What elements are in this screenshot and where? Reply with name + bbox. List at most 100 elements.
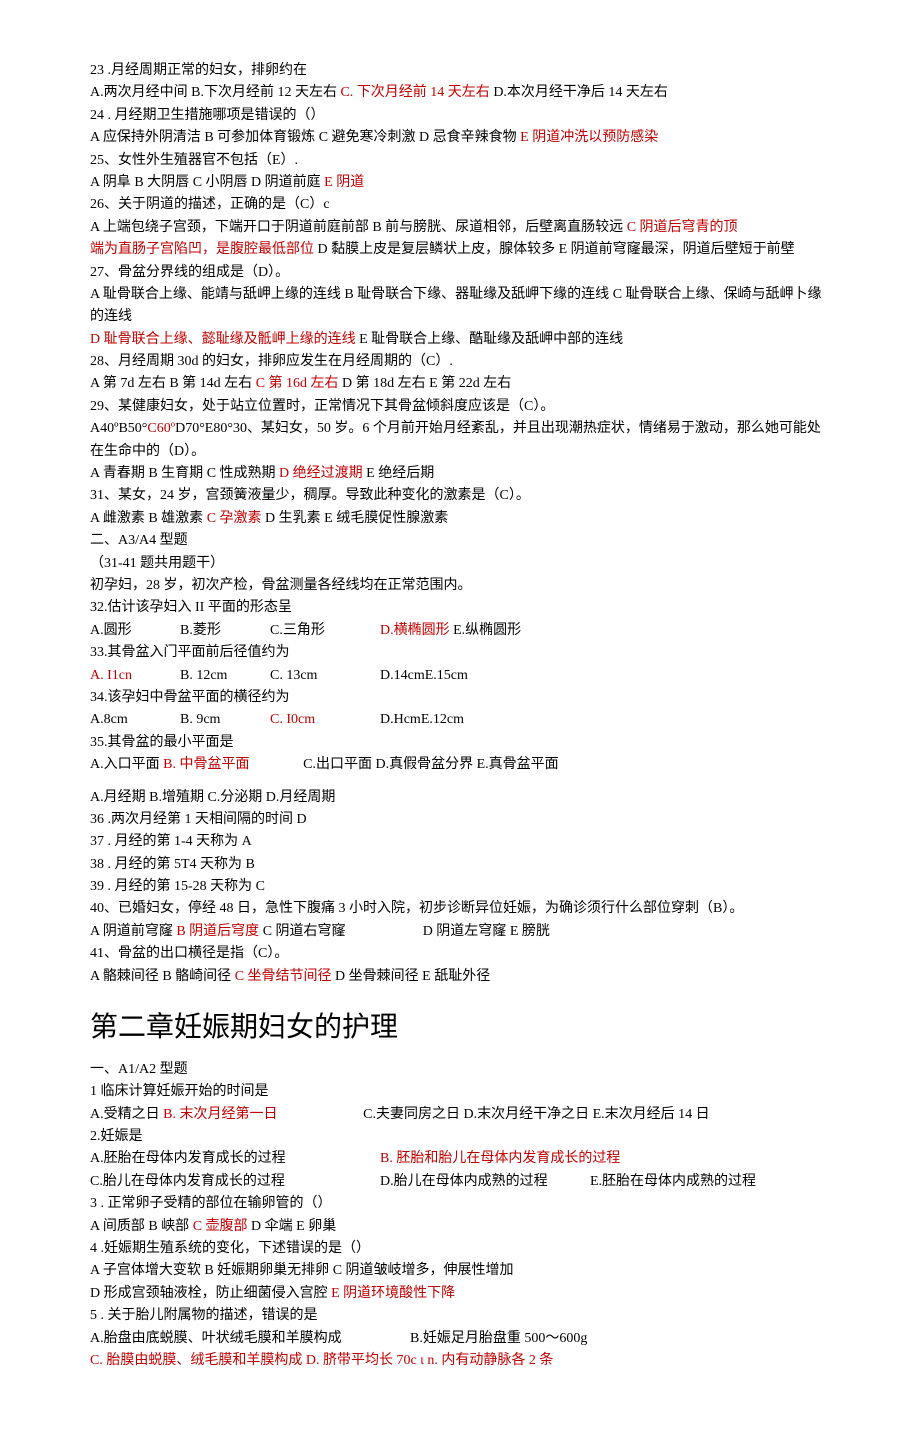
- opt-b: B 骼崎间径: [162, 969, 234, 984]
- opt-c: C 阴道皱岐增多，伸展性增加: [333, 1263, 514, 1278]
- opt-a: A.胎盘由底蜕膜、叶状绒毛膜和羊膜构成: [90, 1328, 410, 1350]
- text: 2.妊娠是: [90, 1129, 143, 1144]
- opt-b: B. 末次月经第一日: [163, 1104, 363, 1126]
- opt-e: E 第 22d 左右: [429, 376, 511, 391]
- q25-options: A 阴阜 B 大阴唇 C 小阴唇 D 阴道前庭 E 阴道: [90, 172, 830, 194]
- c2q2-stem: 2.妊娠是: [90, 1126, 830, 1148]
- text: 5 . 关于胎儿附属物的描述，错误的是: [90, 1308, 318, 1323]
- opt-a: A 上端包绕子宫颈，下端开口于阴道前庭前部: [90, 220, 372, 235]
- q29-c: C60º: [147, 421, 175, 436]
- opt-a: A. I1cn: [90, 665, 180, 687]
- opt-e: E 卵巢: [296, 1219, 336, 1234]
- text: 23 .月经周期正常的妇女，排卵约在: [90, 63, 307, 78]
- q26-options-1: A 上端包绕子宫颈，下端开口于阴道前庭前部 B 前与膀胱、尿道相邻，后壁离直肠较…: [90, 217, 830, 239]
- opt-d: D 绝经过渡期: [279, 466, 366, 481]
- text: 1 临床计算妊娠开始的时间是: [90, 1084, 269, 1099]
- opt-d: D 耻骨联合上缘、懿耻缘及骶岬上缘的连线: [90, 332, 359, 347]
- opt-e: E.纵椭圆形: [453, 623, 521, 638]
- opt-b: B. 中骨盆平面: [163, 754, 303, 776]
- opt-c: C 避免寒冷刺激: [319, 130, 419, 145]
- text: 39 . 月经的第 15-28 天称为 C: [90, 879, 265, 894]
- q31-options: A 雌激素 B 雄激素 C 孕激素 D 生乳素 E 绒毛膜促性腺激素: [90, 508, 830, 530]
- q25-stem: 25、女性外生殖器官不包括（E）.: [90, 150, 830, 172]
- c2q5-options-2: C. 胎膜由蜕膜、绒毛膜和羊膜构成 D. 脐带平均长 70c ι n. 内有动静…: [90, 1350, 830, 1372]
- q27-options-2: D 耻骨联合上缘、懿耻缘及骶岬上缘的连线 E 耻骨联合上缘、酷耻缘及舐岬中部的连…: [90, 329, 830, 351]
- q39: 39 . 月经的第 15-28 天称为 C: [90, 876, 830, 898]
- text: 3 . 正常卵子受精的部位在输卵管的（）: [90, 1196, 332, 1211]
- q41-options: A 骼棘间径 B 骼崎间径 C 坐骨结节间径 D 坐骨棘间径 E 舐耻外径: [90, 966, 830, 988]
- opt-c: C. I0cm: [270, 709, 380, 731]
- opt-b: B 雄激素: [148, 511, 206, 526]
- opt-b: B 阴道后穹度: [176, 924, 262, 939]
- q38: 38 . 月经的第 5T4 天称为 B: [90, 854, 830, 876]
- opt-b: B 生育期: [148, 466, 206, 481]
- opt-a: A 骼棘间径: [90, 969, 162, 984]
- opt-b: B. 9cm: [180, 709, 270, 731]
- text: 24 . 月经期卫生措施哪项是错误的（）: [90, 108, 325, 123]
- opt-de: D.HcmE.12cm: [380, 712, 464, 727]
- text: 27、骨盆分界线的组成是（D）。: [90, 265, 289, 280]
- opt-c: C.三角形: [270, 620, 380, 642]
- text: 37 . 月经的第 1-4 天称为 A: [90, 834, 252, 849]
- opt-e: E 膀胱: [510, 924, 550, 939]
- opt-c: C.胎儿在母体内发育成长的过程: [90, 1171, 380, 1193]
- q27-stem: 27、骨盆分界线的组成是（D）。: [90, 262, 830, 284]
- q33-options: A. I1cnB. 12cmC. 13cmD.14cmE.15cm: [90, 665, 830, 687]
- q40-stem: 40、已婚妇女，停经 48 日，急性下腹痛 3 小时入院，初步诊断异位妊娠，为确…: [90, 898, 830, 920]
- c2q2-options-1: A.胚胎在母体内发育成长的过程B. 胚胎和胎儿在母体内发育成长的过程: [90, 1148, 830, 1170]
- opt-e: E 耻骨联合上缘、酷耻缘及舐岬中部的连线: [359, 332, 623, 347]
- c2q3-options: A 间质部 B 峡部 C 壶腹部 D 伞端 E 卵巢: [90, 1216, 830, 1238]
- opt-d: D.横椭圆形: [380, 623, 453, 638]
- opt-d: D 形成宫颈轴液栓，防止细菌侵入宫腔: [90, 1286, 331, 1301]
- q24-stem: 24 . 月经期卫生措施哪项是错误的（）: [90, 105, 830, 127]
- opt-d: D 第 18d 左右: [342, 376, 429, 391]
- opt-d: D.真假骨盆分界: [375, 757, 476, 772]
- text: （31-41 题共用题干）: [90, 556, 224, 571]
- text: 29、某健康妇女，处于站立位置时，正常情况下其骨盆倾斜度应该是（C）。: [90, 399, 554, 414]
- text: A.月经期 B.增殖期 C.分泌期 D.月经周期: [90, 790, 335, 805]
- text: 34.该孕妇中骨盆平面的横径约为: [90, 690, 290, 705]
- opt-b: B. 胚胎和胎儿在母体内发育成长的过程: [380, 1151, 620, 1166]
- q23-options: A.两次月经中间 B.下次月经前 12 天左右 C. 下次月经前 14 天左右 …: [90, 82, 830, 104]
- q29-30: A40ºB50°C60ºD70°E80°30、某妇女，50 岁。6 个月前开始月…: [90, 418, 830, 463]
- c2q5-stem: 5 . 关于胎儿附属物的描述，错误的是: [90, 1305, 830, 1327]
- opt-a: A.受精之日: [90, 1107, 163, 1122]
- opt-a: A.圆形: [90, 620, 180, 642]
- q30-options: A 青春期 B 生育期 C 性成熟期 D 绝经过渡期 E 绝经后期: [90, 463, 830, 485]
- text: 36 .两次月经第 1 天相间隔的时间 D: [90, 812, 307, 827]
- opt-b: B. 12cm: [180, 665, 270, 687]
- text: 第二章妊娠期妇女的护理: [90, 1012, 398, 1043]
- opt-c1: C 阴道后穹青的顶: [627, 220, 738, 235]
- opt-d: D 黏膜上皮是复层鳞状上皮，腺体较多: [318, 242, 559, 257]
- q35-options: A.入口平面 B. 中骨盆平面C.出口平面 D.真假骨盆分界 E.真骨盆平面: [90, 754, 830, 776]
- opt-c: C.出口平面: [303, 757, 375, 772]
- opt-d: D 坐骨棘间径: [335, 969, 422, 984]
- opt-a: A 阴阜: [90, 175, 134, 190]
- opt-a: A 应保持外阴清洁: [90, 130, 204, 145]
- q32-options: A.圆形B.菱形C.三角形D.横椭圆形 E.纵椭圆形: [90, 620, 830, 642]
- opt-c: C 孕激素: [207, 511, 265, 526]
- opt-c: C 性成熟期: [207, 466, 279, 481]
- q34-options: A.8cmB. 9cmC. I0cmD.HcmE.12cm: [90, 709, 830, 731]
- opt-d: D 阴道前庭: [251, 175, 324, 190]
- opt-d: D 忌食辛辣食物: [419, 130, 520, 145]
- opt-a: A 耻骨联合上缘、能靖与舐岬上缘的连线: [90, 287, 344, 302]
- opt-d: D. 脐带平均长 70c ι n. 内有动静脉各 2 条: [306, 1353, 554, 1368]
- opt-b: B.下次月经前 12 天左右: [191, 85, 340, 100]
- q28-options: A 第 7d 左右 B 第 14d 左右 C 第 16d 左右 D 第 18d …: [90, 373, 830, 395]
- opt-b: B 第 14d 左右: [169, 376, 255, 391]
- opt-e: E.末次月经后 14 日: [593, 1107, 710, 1122]
- opt-e: E.胚胎在母体内成熟的过程: [590, 1174, 756, 1189]
- text: 38 . 月经的第 5T4 天称为 B: [90, 857, 255, 872]
- c2q1-stem: 1 临床计算妊娠开始的时间是: [90, 1081, 830, 1103]
- opt-c: C 阴道右穹窿: [263, 921, 423, 943]
- q23-stem: 23 .月经周期正常的妇女，排卵约在: [90, 60, 830, 82]
- q29-ab: A40ºB50°: [90, 421, 147, 436]
- opt-e: E 舐耻外径: [422, 969, 490, 984]
- text: 31、某女，24 岁，宫颈簧液量少，稠厚。导致此种变化的激素是（C）。: [90, 488, 530, 503]
- opt-e: E 绝经后期: [366, 466, 434, 481]
- c2q1-options: A.受精之日 B. 末次月经第一日C.夫妻同房之日 D.末次月经干净之日 E.末…: [90, 1104, 830, 1126]
- opt-c2: 端为直肠子宫陷凹，是腹腔最低部位: [90, 242, 318, 257]
- chapter2-title: 第二章妊娠期妇女的护理: [90, 1006, 830, 1051]
- case-stem: 初孕妇，28 岁，初次产检，骨盆测量各经线均在正常范围内。: [90, 575, 830, 597]
